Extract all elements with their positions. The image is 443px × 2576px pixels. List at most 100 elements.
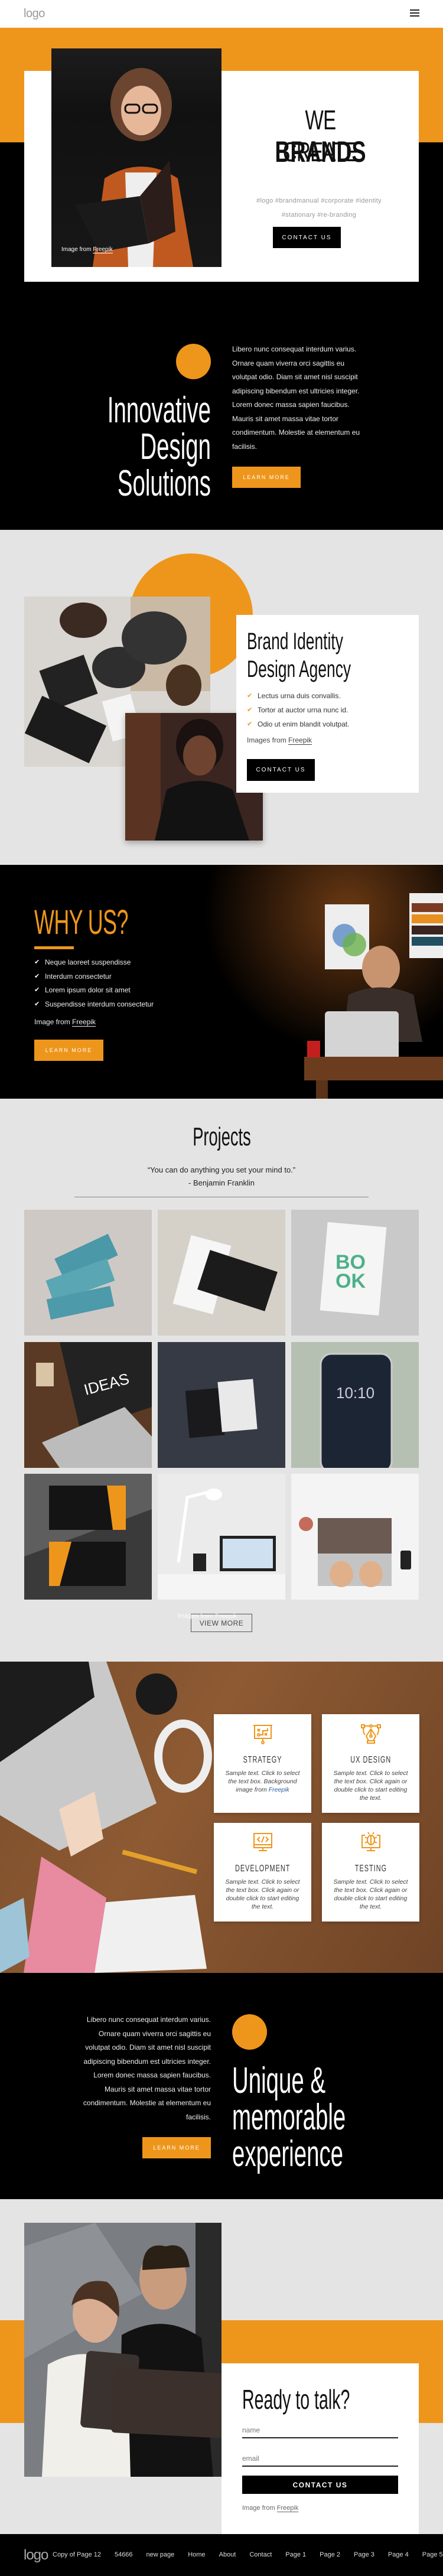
why-us-image-credit: Image from Freepik (34, 1018, 96, 1027)
unique-title-line: Unique & (232, 2060, 326, 2101)
brand-contact-button[interactable]: CONTACT US (247, 759, 315, 781)
email-input[interactable] (242, 2451, 398, 2467)
innovative-title-line: Solutions (117, 463, 211, 504)
footer-nav-item[interactable]: Page 5 (422, 2551, 443, 2558)
innovative-title-line: Design (140, 426, 211, 467)
service-text: Sample text. Click to select the text bo… (333, 1878, 408, 1910)
freepik-link[interactable]: Freepik (93, 246, 113, 253)
footer-nav-item[interactable]: Page 2 (320, 2551, 340, 2558)
freepik-link[interactable]: Freepik (276, 2505, 299, 2512)
project-tile[interactable] (24, 1210, 152, 1336)
hero-contact-button[interactable]: CONTACT US (273, 227, 341, 248)
innovative-learn-more-button[interactable]: LEARN MORE (232, 467, 301, 488)
checklist-item: ✔ Odio ut enim blandit volutpat. (247, 717, 349, 731)
checklist-item: ✔ Lectus urna duis convallis. (247, 689, 349, 703)
footer-logo[interactable]: logo (24, 2547, 48, 2564)
unique-paragraph: Libero nunc consequat interdum varius. O… (83, 2015, 211, 2121)
checklist-item: ✔ Tortor at auctor urna nunc id. (247, 703, 349, 717)
service-card-ux-design: UX DESIGN Sample text. Click to select t… (322, 1714, 419, 1813)
code-monitor-icon (253, 1833, 272, 1851)
contact-title: Ready to talk? (242, 2384, 350, 2415)
service-title: UX DESIGN (350, 1755, 392, 1765)
logo[interactable]: logo (24, 7, 45, 21)
hero-title-line2: BRANDS (275, 135, 366, 168)
service-text: Sample text. Click to select the text bo… (225, 1770, 300, 1793)
footer-nav-item[interactable]: Copy of Page 12 (53, 2551, 101, 2558)
name-input[interactable] (242, 2423, 398, 2438)
unique-title: Unique & memorable experience (232, 2063, 415, 2173)
bug-monitor-icon (361, 1832, 380, 1851)
unique-title-line: memorable (232, 2097, 346, 2138)
svg-text:10:10: 10:10 (336, 1384, 374, 1402)
footer-nav-item[interactable]: 54666 (115, 2551, 133, 2558)
freepik-link[interactable]: Freepik (288, 736, 312, 745)
brand-image-credit: Images from Freepik (247, 736, 312, 745)
svg-text:OK: OK (335, 1270, 366, 1292)
hero-tags: #logo #brandmanual #corporate #identity … (256, 197, 382, 219)
service-text: Sample text. Click to select the text bo… (333, 1770, 408, 1802)
project-tile[interactable] (24, 1474, 152, 1600)
service-title: TESTING (354, 1864, 387, 1874)
services-section-desk-background (0, 1662, 443, 1973)
checklist-item: ✔ Lorem ipsum dolor sit amet (34, 983, 154, 998)
colleagues-with-laptop-photo (24, 2223, 222, 2477)
check-icon: ✔ (34, 972, 40, 980)
why-us-checklist: ✔ Neque laoreet suspendisse ✔ Interdum con… (34, 956, 154, 1011)
project-tile[interactable]: 10:10 (291, 1342, 419, 1468)
footer-nav-item[interactable]: Page 3 (354, 2551, 374, 2558)
decorative-orange-circle (176, 344, 211, 379)
decorative-orange-circle (232, 2014, 267, 2050)
checklist-item: ✔ Suspendisse interdum consectetur (34, 998, 154, 1012)
man-at-laptop-photo (204, 865, 443, 1099)
freepik-link[interactable]: Freepik (269, 1786, 289, 1793)
check-icon: ✔ (247, 692, 253, 699)
footer-nav-item[interactable]: Page 4 (388, 2551, 409, 2558)
projects-title: Projects (192, 1122, 251, 1151)
project-tile[interactable] (291, 1474, 419, 1600)
footer-nav-item[interactable]: Page 1 (285, 2551, 306, 2558)
contact-image-credit: Image from Freepik (242, 2505, 299, 2512)
brand-checklist: ✔ Lectus urna duis convallis. ✔ Tortor at … (247, 689, 349, 731)
footer-nav-item[interactable]: Home (188, 2551, 205, 2558)
unique-title-line: experience (232, 2134, 344, 2174)
brand-title: Brand Identity Design Agency (247, 628, 351, 682)
why-us-learn-more-button[interactable]: LEARN MORE (34, 1040, 103, 1061)
service-title: DEVELOPMENT (234, 1864, 291, 1874)
strategy-board-icon (253, 1725, 272, 1744)
checklist-item: ✔ Interdum consectetur (34, 970, 154, 984)
service-title: STRATEGY (243, 1755, 282, 1765)
project-tile[interactable] (158, 1342, 285, 1468)
hero-photo-credit: Image from Freepik (61, 246, 113, 253)
projects-image-credit: Images from Freepik (177, 1613, 237, 1620)
project-tile[interactable]: IDEAS (24, 1342, 152, 1468)
why-us-title: WHY US? (34, 903, 128, 942)
projects-quote: “You can do anything you set your mind t… (147, 1165, 296, 1187)
project-tile[interactable] (158, 1474, 285, 1600)
innovative-paragraph: Libero nunc consequat interdum varius. O… (232, 345, 360, 451)
check-icon: ✔ (247, 706, 253, 714)
pen-tool-icon (360, 1724, 381, 1744)
service-card-development: DEVELOPMENT Sample text. Click to select… (214, 1823, 311, 1922)
project-tile[interactable] (158, 1210, 285, 1336)
check-icon: ✔ (34, 1000, 40, 1008)
innovative-title-line: Innovative (107, 390, 211, 431)
footer-nav-item[interactable]: About (219, 2551, 236, 2558)
footer-nav: Copy of Page 12 54666 new page Home Abou… (53, 2551, 443, 2558)
hero-photo-woman-with-notebook: Image from Freepik (51, 48, 222, 267)
hamburger-menu-icon[interactable] (410, 9, 419, 18)
footer-nav-item[interactable]: new page (146, 2551, 175, 2558)
checklist-item: ✔ Neque laoreet suspendisse (34, 956, 154, 970)
service-card-testing: TESTING Sample text. Click to select the… (322, 1823, 419, 1922)
freepik-link[interactable]: Freepik (72, 1018, 96, 1027)
contact-submit-button[interactable]: CONTACT US (242, 2476, 398, 2494)
footer-nav-item[interactable]: Contact (249, 2551, 272, 2558)
check-icon: ✔ (247, 721, 253, 728)
check-icon: ✔ (34, 959, 40, 966)
service-card-strategy: STRATEGY Sample text. Click to select th… (214, 1714, 311, 1813)
innovative-title: Innovative Design Solutions (34, 392, 211, 502)
why-us-underline (34, 946, 74, 949)
service-text: Sample text. Click to select the text bo… (225, 1878, 300, 1910)
project-tile[interactable]: BO OK (291, 1210, 419, 1336)
unique-learn-more-button[interactable]: LEARN MORE (142, 2137, 211, 2158)
check-icon: ✔ (34, 986, 40, 994)
